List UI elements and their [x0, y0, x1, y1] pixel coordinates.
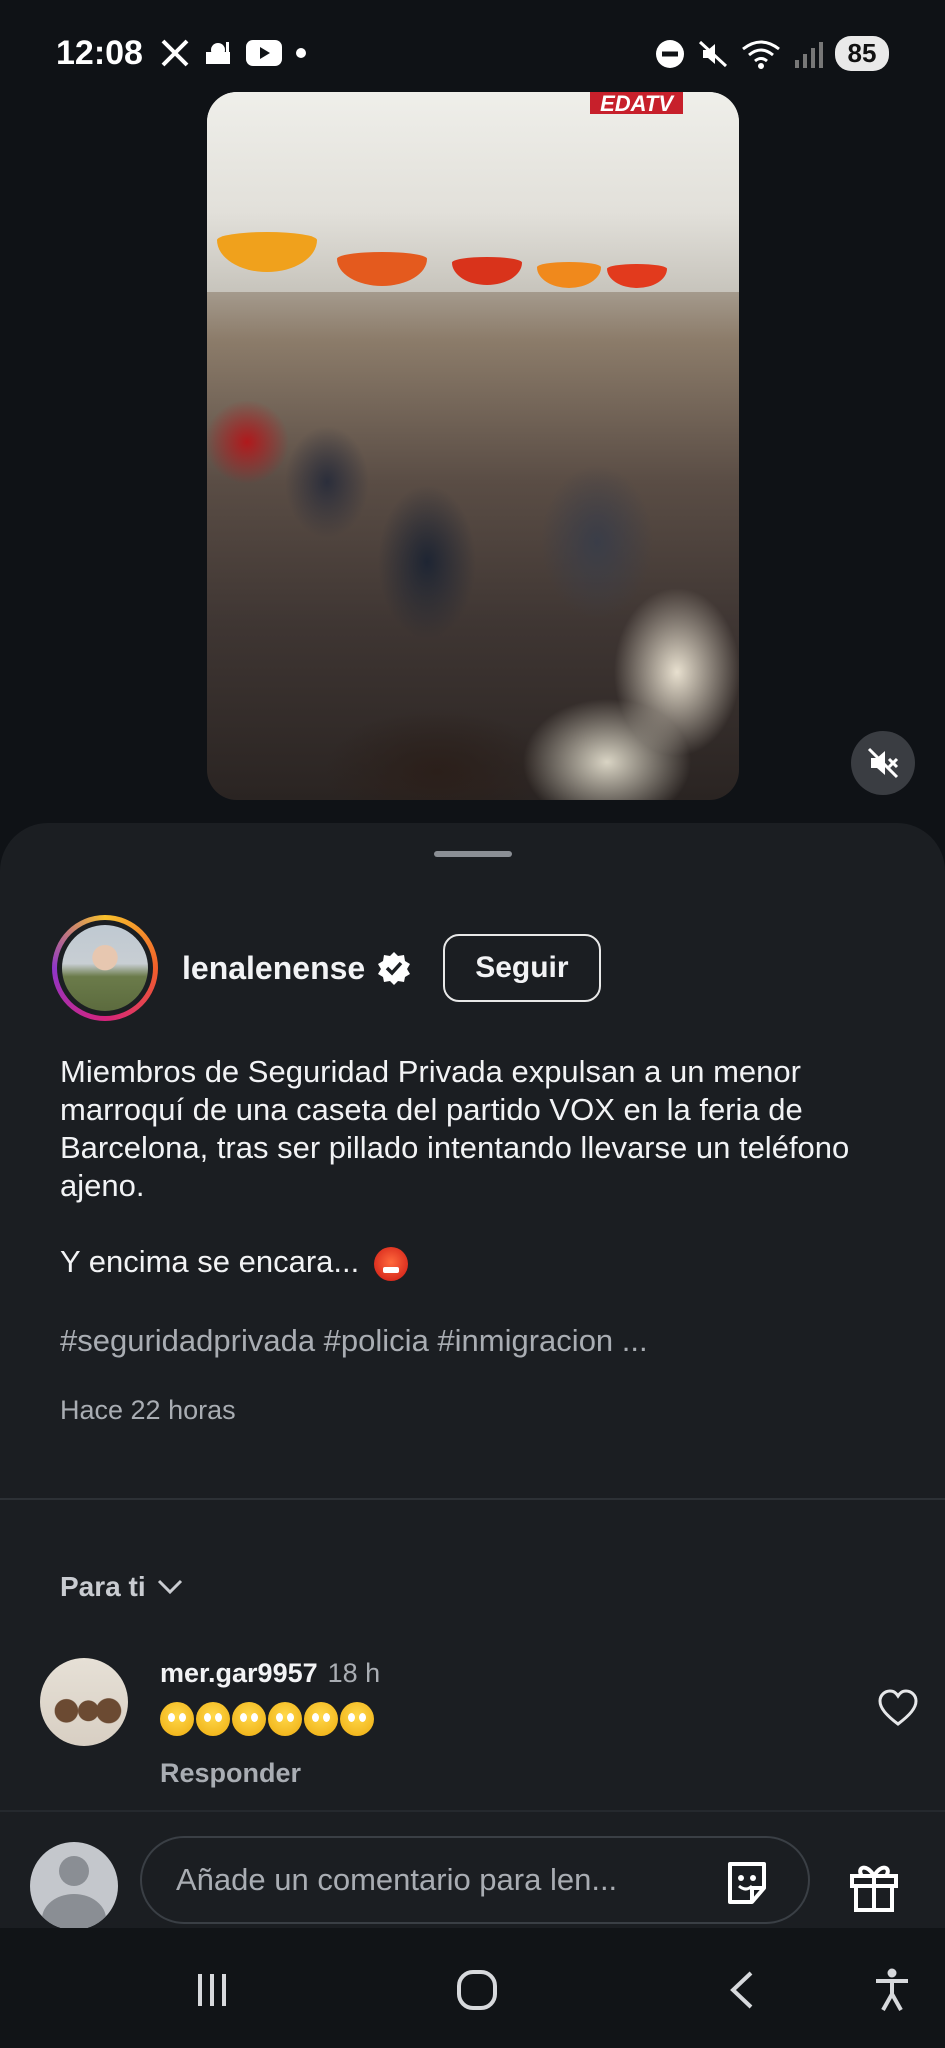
chevron-down-icon: [157, 1579, 182, 1595]
post-hashtags[interactable]: #seguridadprivada #policia #inmigracion …: [60, 1323, 648, 1359]
post-timestamp: Hace 22 horas: [60, 1395, 236, 1425]
wifi-icon: [741, 39, 781, 69]
recent-apps-icon: [198, 1974, 226, 2006]
comment-item: mer.gar9957 18 h Responder: [40, 1658, 920, 1788]
face-emoji-icon: [232, 1702, 266, 1736]
sticker-icon[interactable]: [722, 1858, 772, 1908]
commenter-avatar[interactable]: [40, 1658, 128, 1746]
video-watermark: EDATV: [590, 92, 683, 116]
author-avatar-inner: [57, 920, 153, 1016]
face-emoji-icon: [304, 1702, 338, 1736]
comment-header: mer.gar9957 18 h: [160, 1658, 380, 1689]
face-emoji-icon: [268, 1702, 302, 1736]
sort-label: Para ti: [60, 1571, 146, 1602]
reply-button[interactable]: Responder: [160, 1758, 301, 1789]
status-left-icons: [160, 38, 306, 68]
signal-icon: [793, 40, 823, 68]
video-mute-button[interactable]: [851, 731, 915, 795]
dot-icon: [296, 48, 306, 58]
status-time: 12:08: [56, 34, 143, 72]
face-emoji-icon: [196, 1702, 230, 1736]
gift-icon[interactable]: [846, 1858, 902, 1914]
author-row: lenalenense Seguir: [52, 913, 601, 1023]
back-icon: [730, 1971, 753, 2009]
angry-emoji-icon: [373, 1246, 408, 1281]
sheet-drag-handle[interactable]: [434, 851, 512, 857]
author-username[interactable]: lenalenense: [182, 950, 365, 987]
mute-icon: [697, 39, 729, 69]
comment-composer-bar: Añade un comentario para len...: [0, 1810, 945, 1930]
youtube-icon: [246, 40, 282, 66]
accessibility-button[interactable]: [862, 1966, 922, 2014]
battery-badge: 85: [835, 36, 889, 71]
comments-sheet: lenalenense Seguir Miembros de Seguridad…: [0, 823, 945, 1928]
commenter-username[interactable]: mer.gar9957: [160, 1658, 318, 1688]
recent-apps-button[interactable]: [182, 1966, 242, 2014]
screen: 12:08 85 EDATV lenalenense Seguir Miembr…: [0, 0, 945, 2048]
face-emoji-icon: [340, 1702, 374, 1736]
verified-badge-icon: [378, 952, 411, 985]
like-heart-icon[interactable]: [876, 1686, 920, 1730]
accessibility-icon: [876, 1968, 908, 2011]
comment-text-emojis: [160, 1702, 374, 1736]
current-user-avatar: [30, 1842, 118, 1930]
comment-time: 18 h: [327, 1658, 381, 1688]
face-emoji-icon: [160, 1702, 194, 1736]
dnd-icon: [655, 39, 685, 69]
post-caption-line2: Y encima se encara...: [60, 1243, 408, 1281]
comments-sort-dropdown[interactable]: Para ti: [60, 1571, 184, 1603]
video-player[interactable]: EDATV: [207, 92, 739, 800]
follow-button[interactable]: Seguir: [443, 934, 601, 1002]
x-app-icon: [160, 38, 190, 68]
volume-off-icon: [867, 747, 899, 779]
home-icon: [457, 1970, 497, 2010]
post-caption: Miembros de Seguridad Privada expulsan a…: [60, 1054, 850, 1203]
comment-input-placeholder: Añade un comentario para len...: [176, 1862, 618, 1897]
video-frame-crowd: [207, 342, 739, 800]
back-button[interactable]: [712, 1966, 772, 2014]
comment-input[interactable]: Añade un comentario para len...: [140, 1836, 810, 1924]
status-right-icons: 85: [655, 36, 889, 71]
system-navigation-bar: [0, 1928, 945, 2048]
mosque-icon: [204, 40, 232, 66]
divider: [0, 1498, 945, 1500]
author-avatar[interactable]: [52, 915, 158, 1021]
home-button[interactable]: [447, 1966, 507, 2014]
post-caption-line2-text: Y encima se encara...: [60, 1244, 360, 1279]
author-avatar-image: [62, 925, 148, 1011]
